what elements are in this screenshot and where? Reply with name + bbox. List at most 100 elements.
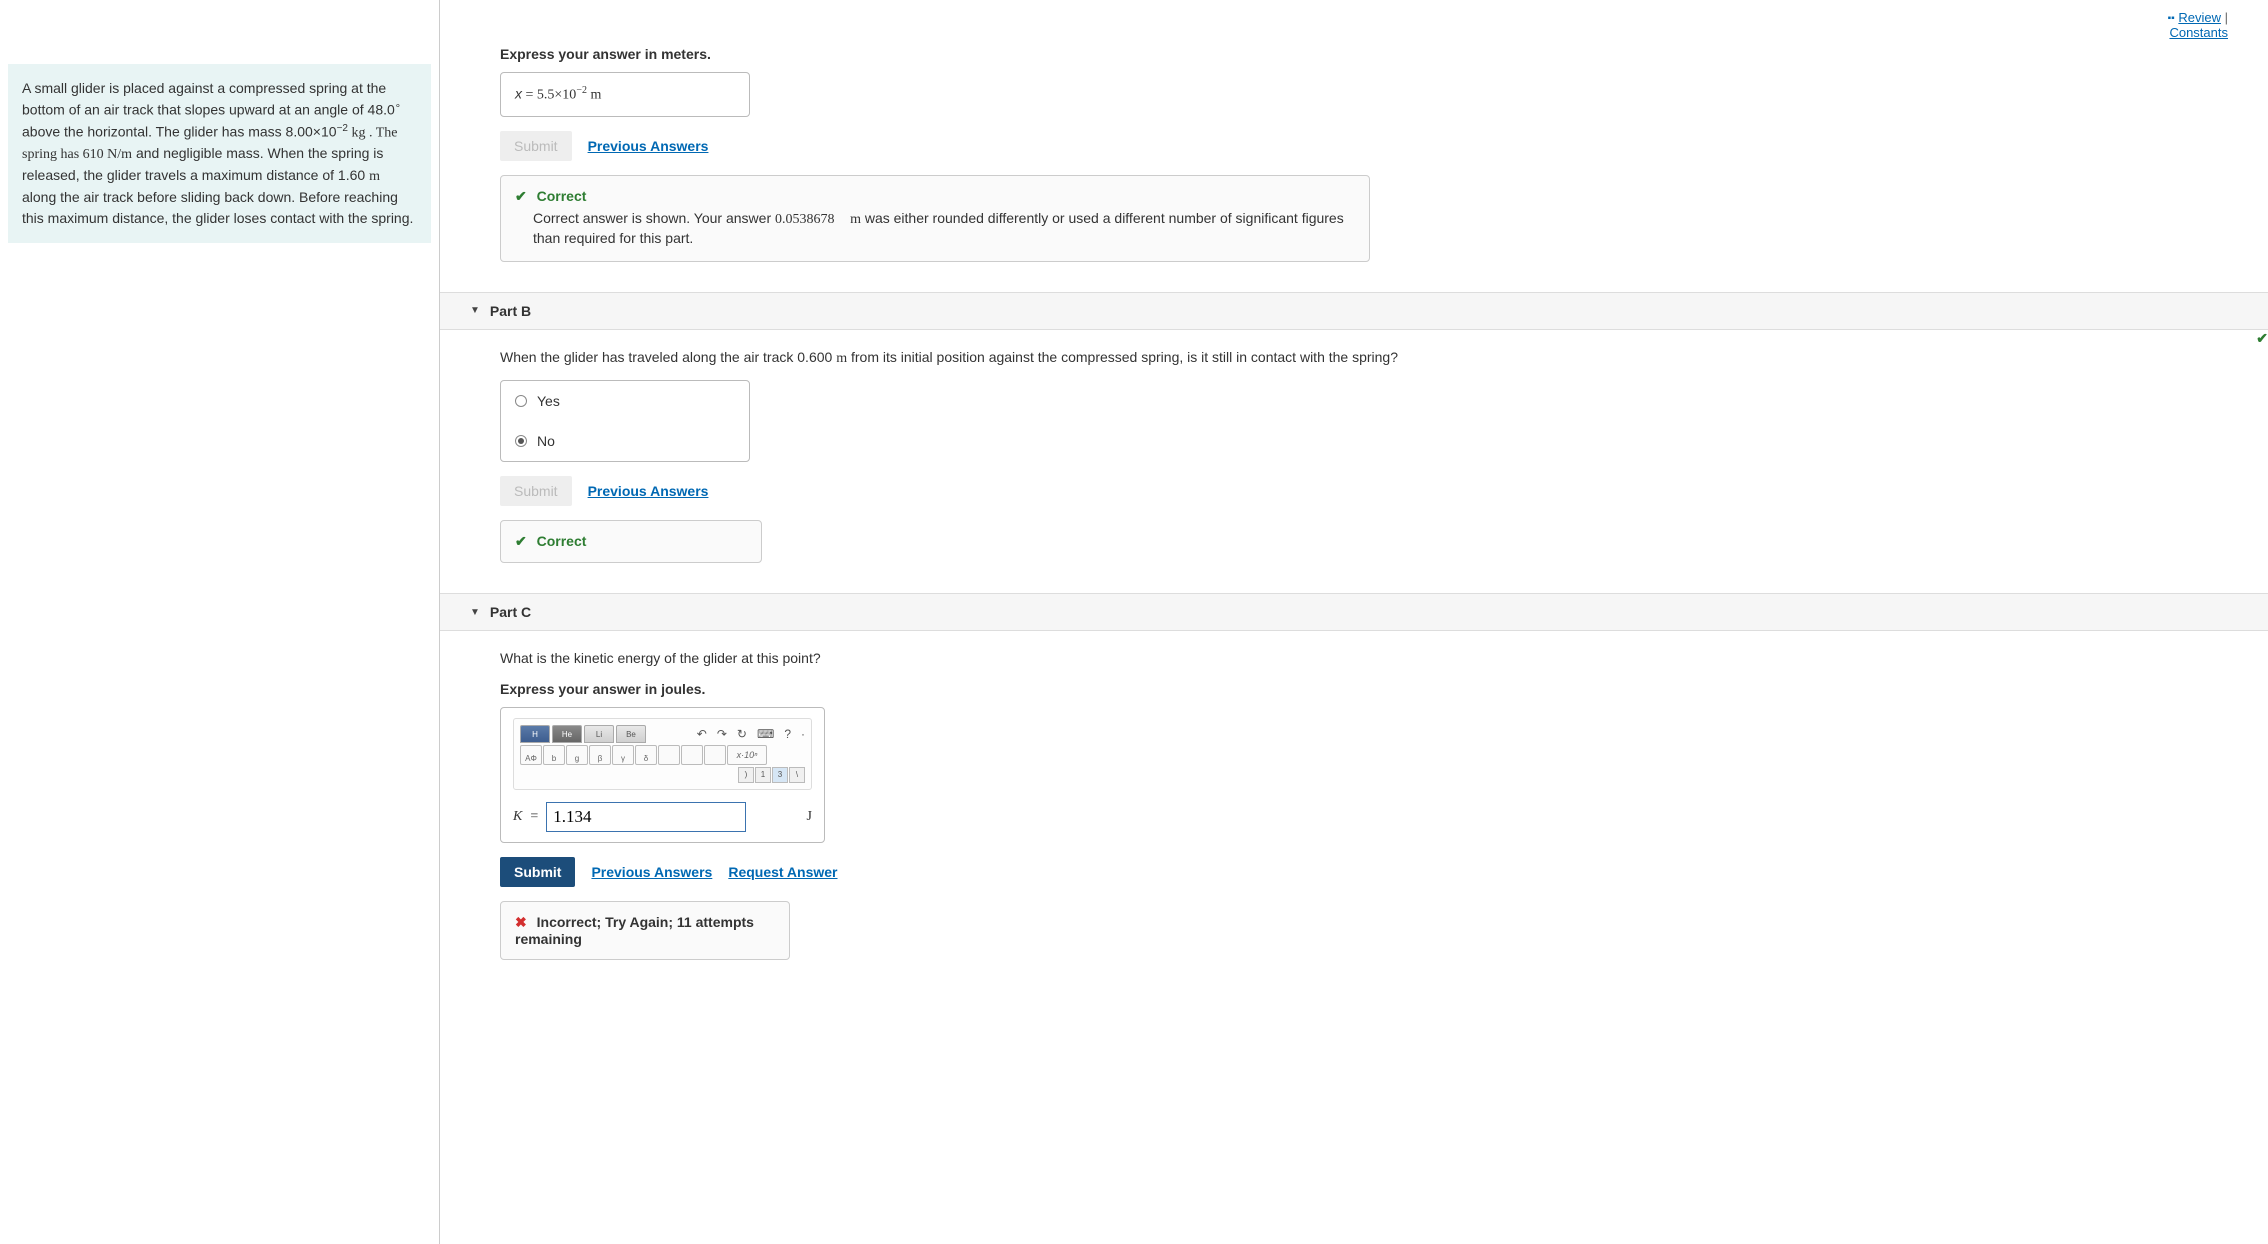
sci-notation-key[interactable]: x·10ⁿ bbox=[727, 745, 767, 765]
redo-icon[interactable]: ↷ bbox=[717, 727, 727, 741]
problem-statement: A small glider is placed against a compr… bbox=[8, 64, 431, 243]
fb-value: 0.0538678 bbox=[775, 212, 835, 227]
key[interactable]: γ bbox=[612, 745, 634, 765]
unit-m: m bbox=[369, 169, 380, 184]
submit-button[interactable]: Submit bbox=[500, 857, 575, 887]
part-c-header[interactable]: ▼ Part C bbox=[440, 593, 2268, 631]
variable-label: K bbox=[513, 809, 522, 825]
tab-be[interactable]: Be bbox=[616, 725, 646, 743]
part-a-answer-display: x = 5.5×10−2 m bbox=[500, 72, 750, 117]
key[interactable] bbox=[658, 745, 680, 765]
tab-he[interactable]: He bbox=[552, 725, 582, 743]
caret-down-icon: ▼ bbox=[470, 607, 480, 618]
unit-m: m bbox=[836, 351, 847, 366]
check-icon: ✔ bbox=[515, 188, 527, 205]
problem-text: above the horizontal. The glider has mas… bbox=[22, 123, 337, 139]
reset-icon[interactable]: ↻ bbox=[737, 727, 747, 741]
answer-var: x bbox=[515, 86, 522, 102]
part-c-buttons: Submit Previous Answers Request Answer bbox=[500, 857, 2228, 887]
previous-answers-link[interactable]: Previous Answers bbox=[588, 483, 709, 499]
question-text: from its initial position against the co… bbox=[847, 349, 1398, 365]
previous-answers-link[interactable]: Previous Answers bbox=[588, 138, 709, 154]
key-small[interactable]: \ bbox=[789, 767, 805, 783]
greek-key-row: AΦ b g β γ δ x·10ⁿ bbox=[520, 745, 805, 765]
key[interactable] bbox=[704, 745, 726, 765]
key[interactable]: β bbox=[589, 745, 611, 765]
multiple-choice-box: Yes No bbox=[500, 380, 750, 462]
feedback-title-row: ✔ Correct bbox=[515, 188, 1355, 205]
tab-h[interactable]: H bbox=[520, 725, 550, 743]
constants-link[interactable]: Constants bbox=[2169, 25, 2228, 40]
review-link[interactable]: Review bbox=[2178, 10, 2221, 25]
more-icon[interactable]: · bbox=[801, 727, 805, 741]
previous-answers-link[interactable]: Previous Answers bbox=[591, 864, 712, 880]
separator: | bbox=[2225, 10, 2228, 25]
answer-unit: m bbox=[587, 88, 601, 103]
part-a-instruction: Express your answer in meters. bbox=[500, 46, 2228, 62]
key-small[interactable]: 1 bbox=[755, 767, 771, 783]
part-b-feedback: ✔ Correct bbox=[500, 520, 762, 563]
option-label: Yes bbox=[537, 393, 560, 409]
part-b-question: When the glider has traveled along the a… bbox=[500, 348, 2228, 369]
feedback-title: Correct bbox=[537, 533, 587, 549]
fb-unit: m bbox=[850, 212, 861, 227]
option-yes[interactable]: Yes bbox=[501, 381, 749, 421]
submit-button-disabled: Submit bbox=[500, 476, 572, 506]
cross-icon: ✖ bbox=[515, 914, 527, 931]
part-c-question: What is the kinetic energy of the glider… bbox=[500, 649, 2228, 669]
fb-text: Correct answer is shown. Your answer bbox=[533, 210, 775, 226]
part-b-title: Part B bbox=[490, 303, 531, 319]
part-a-feedback: ✔ Correct Correct answer is shown. Your … bbox=[500, 175, 1370, 262]
key[interactable]: b bbox=[543, 745, 565, 765]
option-no[interactable]: No bbox=[501, 421, 749, 461]
problem-text: along the air track before sliding back … bbox=[22, 189, 413, 226]
feedback-detail: Correct answer is shown. Your answer 0.0… bbox=[533, 209, 1355, 249]
part-c-body: What is the kinetic energy of the glider… bbox=[500, 649, 2228, 960]
part-b-body: When the glider has traveled along the a… bbox=[500, 348, 2228, 564]
radio-selected-icon bbox=[515, 435, 527, 447]
part-b-check-icon: ✔ bbox=[2256, 330, 2268, 347]
review-icon: ▪▪ bbox=[2168, 13, 2175, 24]
entry-line: K = J bbox=[513, 802, 812, 832]
part-b-header[interactable]: ▼ Part B ✔ bbox=[440, 292, 2268, 330]
tab-li[interactable]: Li bbox=[584, 725, 614, 743]
part-c-feedback: ✖ Incorrect; Try Again; 11 attempts rema… bbox=[500, 901, 790, 960]
toolbar-icons: ↶ ↷ ↻ ⌨ ? · bbox=[697, 727, 805, 741]
periodic-tabs: H He Li Be bbox=[520, 725, 646, 743]
part-a-buttons: Submit Previous Answers bbox=[500, 131, 2228, 161]
radio-icon bbox=[515, 395, 527, 407]
unit-nm: N/m bbox=[107, 147, 132, 162]
caret-down-icon: ▼ bbox=[470, 305, 480, 316]
key[interactable] bbox=[681, 745, 703, 765]
request-answer-link[interactable]: Request Answer bbox=[728, 864, 837, 880]
key-small-highlighted[interactable]: 3 bbox=[772, 767, 788, 783]
degree-symbol: ∘ bbox=[395, 101, 401, 112]
problem-text: A small glider is placed against a compr… bbox=[22, 80, 395, 118]
equals: = bbox=[530, 809, 538, 825]
submit-button-disabled: Submit bbox=[500, 131, 572, 161]
undo-icon[interactable]: ↶ bbox=[697, 727, 707, 741]
small-key-row: ) 1 3 \ bbox=[520, 767, 805, 783]
exponent: −2 bbox=[337, 123, 348, 134]
key[interactable]: g bbox=[566, 745, 588, 765]
question-text: When the glider has traveled along the a… bbox=[500, 349, 836, 365]
answer-entry-box: H He Li Be ↶ ↷ ↻ ⌨ ? · bbox=[500, 707, 825, 843]
part-c-instruction: Express your answer in joules. bbox=[500, 681, 2228, 697]
equation-palette: H He Li Be ↶ ↷ ↻ ⌨ ? · bbox=[513, 718, 812, 790]
part-c-title: Part C bbox=[490, 604, 531, 620]
part-b-buttons: Submit Previous Answers bbox=[500, 476, 2228, 506]
feedback-title: Correct bbox=[537, 188, 587, 204]
top-links: ▪▪ Review | Constants bbox=[500, 10, 2228, 40]
keyboard-icon[interactable]: ⌨ bbox=[757, 727, 774, 741]
help-icon[interactable]: ? bbox=[784, 727, 791, 741]
key-small[interactable]: ) bbox=[738, 767, 754, 783]
answer-value: 5.5×10 bbox=[537, 88, 576, 103]
key[interactable]: AΦ bbox=[520, 745, 542, 765]
right-panel: ▪▪ Review | Constants Express your answe… bbox=[440, 0, 2268, 1244]
left-panel: A small glider is placed against a compr… bbox=[0, 0, 440, 1244]
check-icon: ✔ bbox=[515, 533, 527, 550]
feedback-title: Incorrect; Try Again; 11 attempts remain… bbox=[515, 914, 754, 947]
key[interactable]: δ bbox=[635, 745, 657, 765]
answer-eq: = bbox=[522, 88, 537, 103]
answer-input[interactable] bbox=[546, 802, 746, 832]
